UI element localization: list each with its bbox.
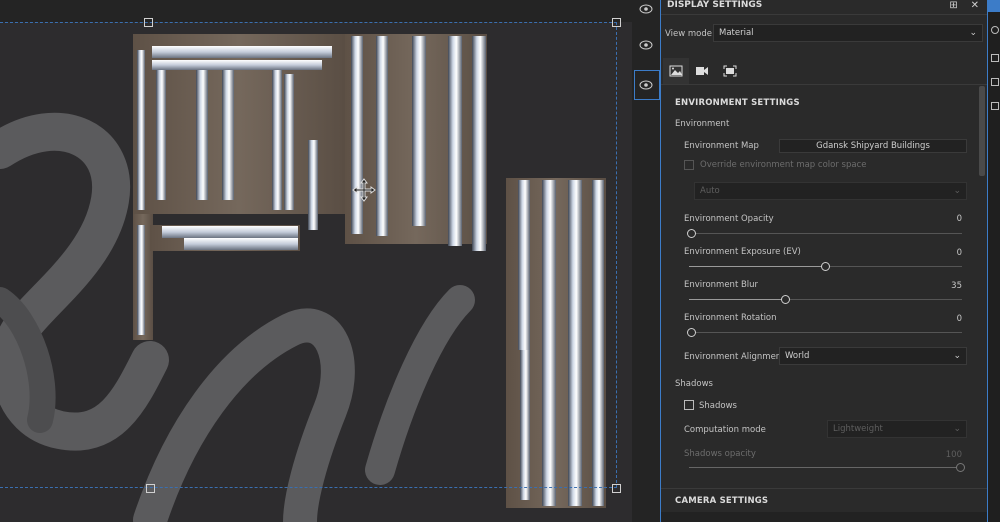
panel-scrollbar[interactable] (979, 86, 985, 176)
environment-alignment-select[interactable]: World ⌄ (779, 347, 967, 365)
move-cursor-icon (352, 178, 376, 202)
colorspace-value: Auto (700, 186, 720, 196)
environment-rotation-track[interactable] (689, 332, 962, 333)
environment-opacity-track[interactable] (689, 233, 962, 234)
environment-opacity-value: 0 (956, 214, 962, 224)
chevron-down-icon: ⌄ (953, 424, 961, 434)
shadows-group-label: Shadows (675, 379, 713, 389)
environment-alignment-value: World (785, 351, 810, 361)
environment-exposure-fill (689, 266, 825, 267)
colorspace-select[interactable]: Auto ⌄ (694, 182, 967, 200)
view-mode-label: View mode (665, 29, 712, 39)
environment-map-field[interactable]: Gdansk Shipyard Buildings (779, 139, 967, 153)
shadows-opacity-slider-knob[interactable] (956, 463, 965, 472)
selection-handle[interactable] (612, 484, 621, 493)
settings-tab-bar (661, 58, 987, 84)
override-colorspace-checkbox[interactable] (684, 160, 694, 170)
chevron-down-icon: ⌄ (969, 28, 977, 38)
right-toolbar-strip (988, 0, 1000, 522)
environment-blur-label: Environment Blur (684, 280, 759, 290)
environment-rotation-label: Environment Rotation (684, 313, 777, 323)
toolbar-active-marker (988, 0, 1000, 12)
environment-rotation-value: 0 (956, 314, 962, 324)
environment-blur-value: 35 (951, 281, 962, 291)
tab-frame[interactable] (717, 58, 743, 84)
selection-handle[interactable] (144, 18, 153, 27)
environment-exposure-value: 0 (956, 248, 962, 258)
environment-alignment-label: Environment Alignment (684, 352, 785, 362)
selection-handle[interactable] (612, 18, 621, 27)
environment-exposure-slider-knob[interactable] (821, 262, 830, 271)
view-mode-select[interactable]: Material ⌄ (713, 24, 983, 42)
selection-handle[interactable] (146, 484, 155, 493)
shadows-opacity-value: 100 (945, 450, 962, 460)
shadows-opacity-fill (689, 467, 960, 468)
shadows-opacity-label: Shadows opacity (684, 449, 756, 459)
toolbar-box-icon[interactable] (991, 54, 999, 62)
toolbar-box-icon[interactable] (991, 102, 999, 110)
environment-exposure-label: Environment Exposure (EV) (684, 247, 801, 257)
environment-opacity-slider-knob[interactable] (687, 229, 696, 238)
environment-blur-fill (689, 299, 785, 300)
view-mode-value: Material (719, 28, 754, 38)
eye-icon[interactable] (639, 80, 653, 90)
camera-settings-title: CAMERA SETTINGS (675, 496, 769, 506)
chevron-down-icon: ⌄ (953, 351, 961, 361)
chevron-down-icon: ⌄ (953, 186, 961, 196)
environment-opacity-label: Environment Opacity (684, 214, 774, 224)
selected-layer-indicator[interactable] (634, 70, 660, 100)
computation-mode-select[interactable]: Lightweight ⌄ (827, 420, 967, 438)
environment-map-label: Environment Map (684, 141, 759, 151)
viewport-canvas[interactable] (0, 0, 632, 522)
shadows-checkbox-label: Shadows (699, 401, 737, 411)
tab-environment[interactable] (663, 58, 689, 84)
toolbar-circle-icon[interactable] (991, 26, 999, 34)
eye-icon[interactable] (639, 40, 653, 50)
close-icon[interactable]: ✕ (971, 0, 979, 11)
selection-bounding-box (0, 22, 617, 488)
video-camera-icon (696, 67, 708, 75)
environment-image-icon (669, 65, 683, 77)
panel-title: DISPLAY SETTINGS (667, 0, 763, 10)
environment-settings-title: ENVIRONMENT SETTINGS (675, 98, 800, 108)
computation-mode-label: Computation mode (684, 425, 766, 435)
dock-icon[interactable]: ⊞ (949, 0, 957, 11)
environment-rotation-slider-knob[interactable] (687, 328, 696, 337)
shadows-checkbox[interactable] (684, 400, 694, 410)
frame-icon (723, 65, 737, 77)
environment-blur-slider-knob[interactable] (781, 295, 790, 304)
eye-icon[interactable] (639, 4, 653, 14)
computation-mode-value: Lightweight (833, 424, 883, 434)
layer-visibility-strip (632, 0, 660, 522)
override-colorspace-label: Override environment map color space (700, 160, 867, 170)
toolbar-box-icon[interactable] (991, 78, 999, 86)
tab-camera[interactable] (689, 58, 715, 84)
environment-group-label: Environment (675, 119, 730, 129)
display-settings-panel: DISPLAY SETTINGS ⊞ ✕ View mode Material ⌄… (660, 0, 988, 522)
